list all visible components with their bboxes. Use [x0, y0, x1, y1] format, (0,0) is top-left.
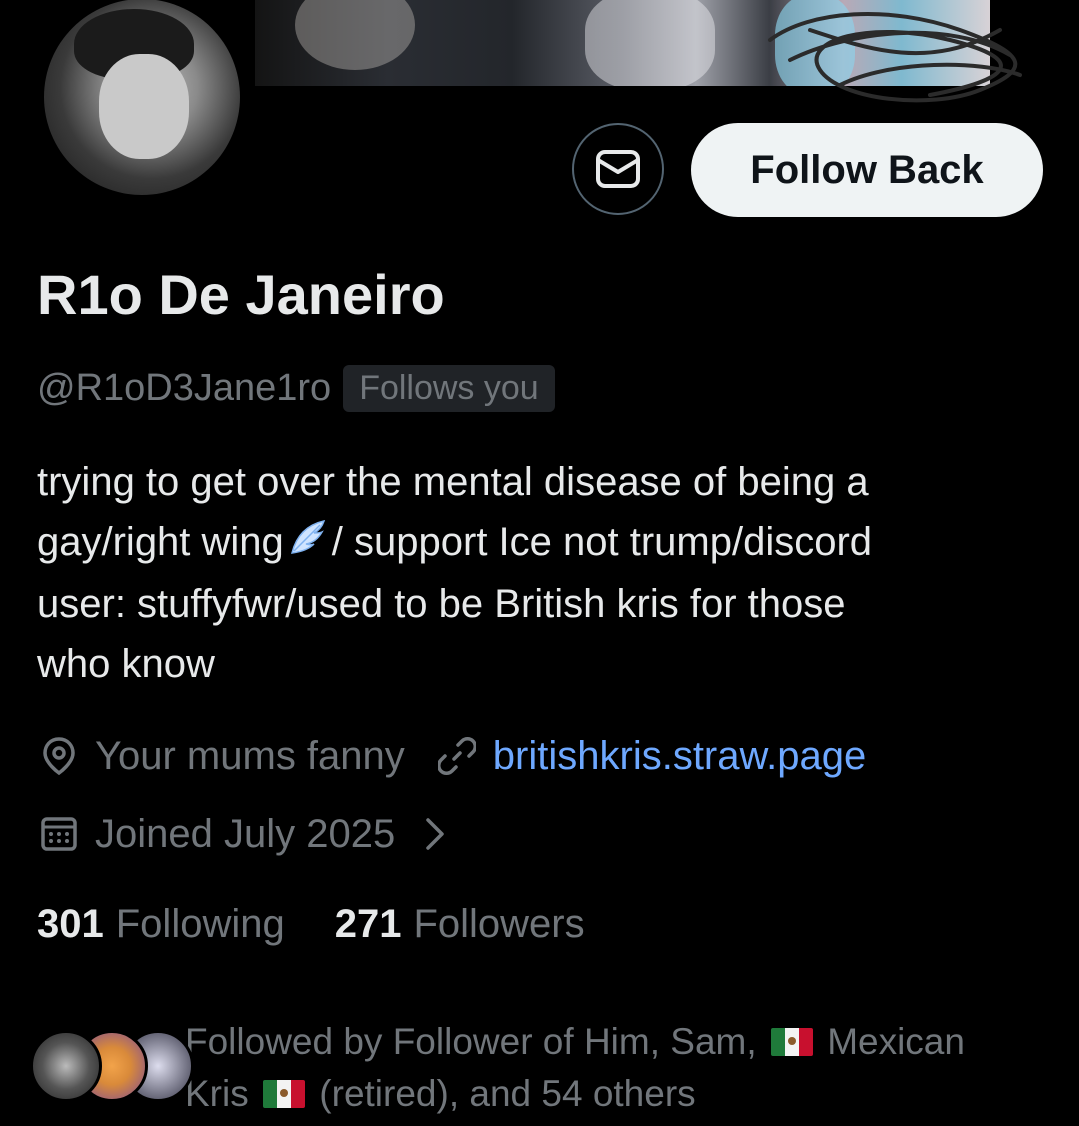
following-label: Following	[115, 902, 285, 946]
followers-label: Followers	[413, 902, 585, 946]
calendar-icon	[37, 812, 81, 856]
wing-emoji-icon	[288, 514, 328, 574]
bio-line-2-pre: gay/right wing	[37, 520, 284, 564]
scribble-overlay	[768, 12, 1022, 103]
bio-line-4: who know	[37, 642, 215, 687]
followed-by-text[interactable]: Followed by Follower of Him, Sam, Mexica…	[185, 1016, 1065, 1120]
bio-line-2: gay/right wing / support Ice not trump/d…	[37, 512, 1047, 574]
chevron-right-icon	[413, 812, 457, 856]
handle-row: @R1oD3Jane1ro Follows you	[37, 362, 555, 414]
website-link[interactable]: britishkris.straw.page	[493, 734, 866, 779]
followed-by-part-4: (retired), and 54 others	[319, 1073, 696, 1114]
followed-by-part-3: Kris	[185, 1073, 249, 1114]
display-name: R1o De Janeiro	[37, 263, 445, 326]
mexico-flag-icon	[263, 1080, 306, 1108]
link-icon	[435, 734, 479, 778]
joined-text: Joined July 2025	[95, 811, 396, 856]
message-button[interactable]	[572, 123, 664, 215]
following-count: 301	[37, 902, 104, 946]
location-website-row: Your mums fanny britishkris.straw.page	[37, 728, 866, 784]
followers-count: 271	[334, 902, 402, 946]
avatar	[30, 1030, 102, 1102]
followed-by-avatars[interactable]	[30, 1028, 194, 1104]
mexico-flag-icon	[770, 1028, 813, 1056]
follow-back-button[interactable]: Follow Back	[691, 123, 1043, 217]
followed-by-part-2: Mexican	[827, 1021, 965, 1062]
envelope-icon	[596, 150, 640, 188]
bio-line-2-post: / support Ice not trump/discord	[331, 520, 873, 564]
following-link[interactable]: 301 Following	[37, 902, 285, 947]
joined-row[interactable]: Joined July 2025	[37, 806, 471, 862]
bio: trying to get over the mental disease of…	[37, 452, 1047, 694]
bio-line-3: user: stuffyfwr/used to be British kris …	[37, 582, 846, 627]
handle: @R1oD3Jane1ro	[37, 366, 332, 409]
location-pin-icon	[37, 734, 81, 778]
follows-you-badge: Follows you	[343, 364, 555, 412]
location-text: Your mums fanny	[95, 733, 405, 778]
followed-by-part-1: Followed by Follower of Him, Sam,	[185, 1021, 757, 1062]
followers-link[interactable]: 271 Followers	[335, 902, 585, 947]
bio-line-1: trying to get over the mental disease of…	[37, 460, 869, 504]
profile-avatar[interactable]	[33, 0, 251, 198]
avatar-image	[44, 0, 240, 195]
follow-stats: 301 Following 271 Followers	[37, 902, 585, 947]
